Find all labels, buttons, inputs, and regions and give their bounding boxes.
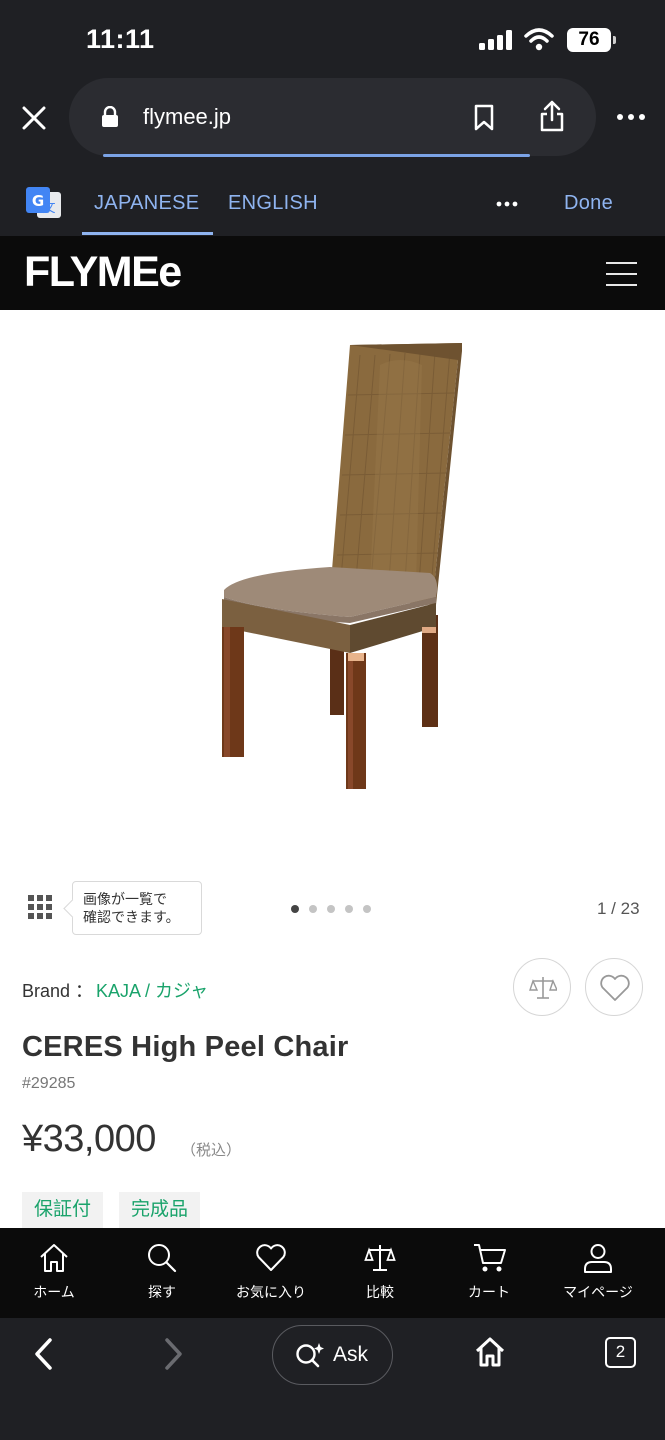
brand-label: Brand ： — [22, 981, 94, 1001]
heart-icon — [256, 1244, 286, 1271]
nav-mypage[interactable]: マイページ — [544, 1228, 652, 1318]
page-load-progress — [103, 154, 530, 157]
browser-address-bar: flymee.jp — [0, 78, 665, 170]
carousel-dot[interactable] — [309, 905, 317, 913]
hamburger-menu-icon[interactable] — [600, 256, 642, 290]
nav-home[interactable]: ホーム — [0, 1228, 108, 1318]
cart-icon — [474, 1244, 506, 1272]
product-sku: #29285 — [22, 1075, 76, 1092]
home-icon[interactable] — [474, 1336, 506, 1368]
tab-english[interactable]: ENGLISH — [228, 192, 318, 215]
nav-search-label: 探す — [148, 1284, 176, 1300]
carousel-dot[interactable] — [291, 905, 299, 913]
share-icon[interactable] — [539, 100, 565, 132]
nav-home-label: ホーム — [33, 1284, 75, 1300]
sparkle-search-icon — [296, 1343, 324, 1368]
search-icon — [148, 1244, 177, 1273]
tab-japanese[interactable]: JAPANESE — [94, 192, 199, 215]
image-counter: 1 / 23 — [597, 899, 640, 918]
tooltip-line-1: 画像が一覧で — [83, 891, 167, 907]
nav-cart[interactable]: カート — [435, 1228, 543, 1318]
browser-toolbar: Ask 2 — [0, 1318, 665, 1440]
translate-more-icon[interactable] — [496, 201, 518, 207]
ask-label: Ask — [333, 1343, 369, 1366]
assembled-badge: 完成品 — [119, 1192, 201, 1228]
product-page: 画像が一覧で 確認できます。 1 / 23 Brand ： KAJA / カジャ… — [0, 310, 665, 1228]
heart-icon — [600, 974, 630, 1001]
home-icon — [40, 1244, 68, 1272]
grid-view-icon[interactable] — [28, 895, 53, 920]
google-translate-icon: 文 G — [26, 187, 61, 218]
more-icon[interactable] — [616, 113, 646, 121]
site-logo[interactable]: FLYMEe — [24, 248, 182, 297]
battery-indicator: 76 — [567, 28, 616, 52]
warranty-badge: 保証付 — [22, 1192, 104, 1228]
carousel-dot[interactable] — [327, 905, 335, 913]
favorite-button[interactable] — [585, 958, 643, 1016]
carousel-dot[interactable] — [345, 905, 353, 913]
gallery-tooltip: 画像が一覧で 確認できます。 — [72, 881, 202, 935]
nav-compare-label: 比較 — [366, 1284, 394, 1300]
status-bar: 11:11 76 — [0, 0, 665, 78]
svg-text:G: G — [32, 192, 44, 210]
close-icon[interactable] — [21, 105, 47, 131]
nav-favorites-label: お気に入り — [236, 1284, 306, 1300]
scale-icon — [364, 1245, 396, 1271]
nav-favorites[interactable]: お気に入り — [217, 1228, 325, 1318]
brand-link[interactable]: KAJA / カジャ — [96, 977, 208, 1003]
bookmark-icon[interactable] — [473, 104, 495, 132]
translate-bar: 文 G JAPANESE ENGLISH Done — [0, 170, 665, 236]
carousel-dot[interactable] — [363, 905, 371, 913]
nav-compare[interactable]: 比較 — [326, 1228, 434, 1318]
product-title: CERES High Peel Chair — [22, 1031, 349, 1063]
url-field[interactable]: flymee.jp — [69, 78, 596, 156]
user-icon — [584, 1244, 612, 1273]
product-price: ¥33,000 — [22, 1118, 156, 1160]
nav-search[interactable]: 探す — [108, 1228, 216, 1318]
status-time: 11:11 — [86, 24, 155, 54]
active-tab-indicator — [82, 232, 213, 235]
ask-button[interactable]: Ask — [272, 1325, 393, 1385]
wifi-icon — [524, 28, 554, 51]
product-image[interactable] — [200, 335, 480, 795]
site-bottom-nav: ホーム 探す お気に入り 比較 カート マイページ — [0, 1228, 665, 1318]
back-arrow-icon[interactable] — [33, 1337, 53, 1371]
nav-cart-label: カート — [468, 1284, 510, 1300]
lock-icon — [102, 106, 118, 127]
nav-mypage-label: マイページ — [563, 1284, 633, 1300]
cellular-signal-icon — [479, 30, 513, 50]
done-button[interactable]: Done — [564, 192, 613, 215]
tax-note: （税込） — [181, 1142, 242, 1159]
tooltip-line-2: 確認できます。 — [83, 909, 180, 925]
compare-button[interactable] — [513, 958, 571, 1016]
forward-arrow-icon[interactable] — [164, 1337, 184, 1371]
url-text: flymee.jp — [143, 104, 232, 129]
site-header: FLYMEe — [0, 236, 665, 310]
tabs-button[interactable]: 2 — [605, 1337, 636, 1368]
scale-icon — [529, 977, 557, 999]
